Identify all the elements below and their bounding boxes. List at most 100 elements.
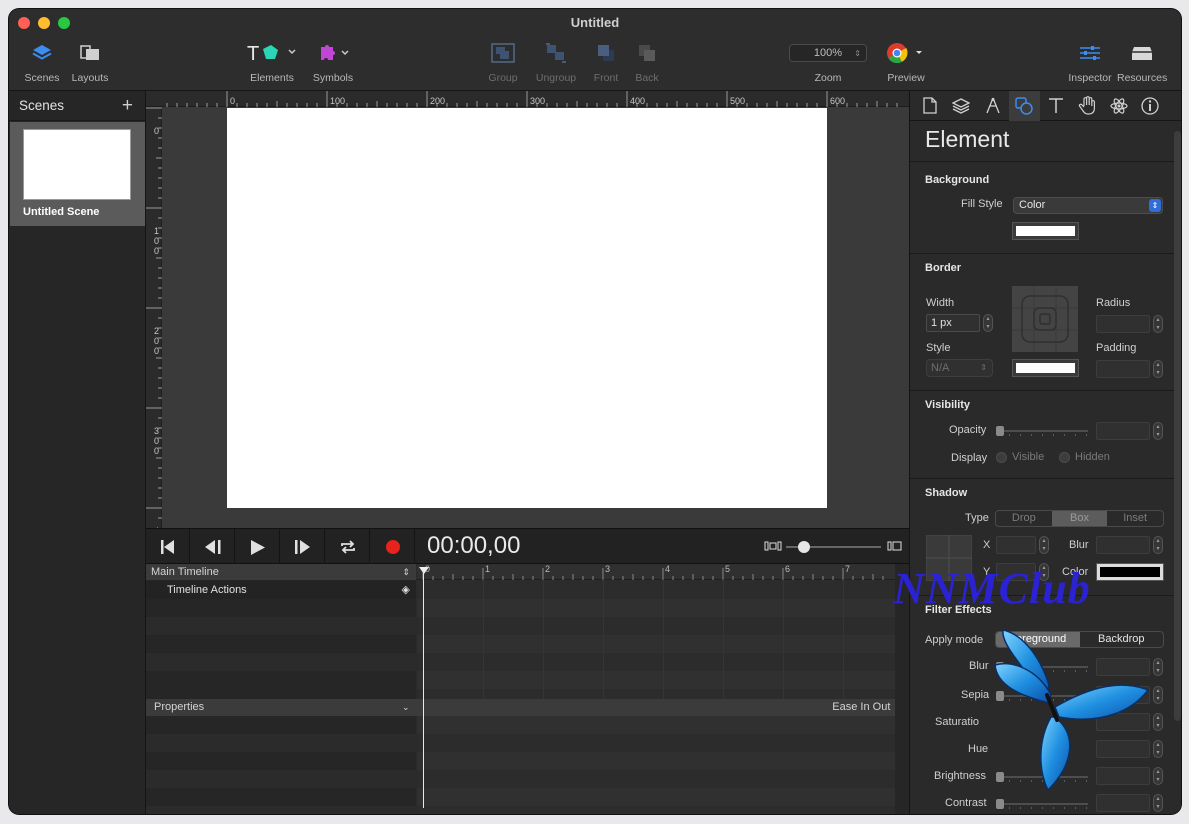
zoom-field[interactable]: 100% ⇕ bbox=[789, 44, 867, 62]
border-sides-picker[interactable] bbox=[1012, 286, 1078, 352]
inspector-tabs bbox=[910, 90, 1181, 121]
easing-selector[interactable]: Ease In Out ⇕ bbox=[832, 699, 901, 716]
border-style-select[interactable]: N/A ⇕ bbox=[926, 359, 993, 377]
window-title: Untitled bbox=[570, 15, 620, 30]
group-icon bbox=[485, 39, 521, 67]
add-keyframe-icon[interactable]: ◈ bbox=[402, 581, 410, 599]
scenes-toolbar-button[interactable]: Scenes bbox=[23, 39, 61, 84]
ungroup-button[interactable]: Ungroup bbox=[531, 39, 581, 84]
scene-name: Untitled Scene bbox=[23, 206, 100, 218]
border-width-label: Width bbox=[926, 297, 955, 309]
timeline-selector[interactable]: Main Timeline ⇕ bbox=[146, 564, 416, 580]
layers-icon bbox=[952, 97, 971, 114]
scene-stage[interactable] bbox=[227, 108, 827, 508]
chevron-down-icon[interactable]: ⌄ bbox=[402, 699, 410, 716]
resources-toolbar-button[interactable]: Resources bbox=[1117, 39, 1167, 84]
filter-brightness-stepper[interactable]: ▴ ▾ bbox=[1153, 767, 1163, 785]
scene-tab[interactable] bbox=[946, 91, 978, 121]
canvas-area: 0 100 200 300 400 500 600 0 1 0 0 2 0 0 … bbox=[146, 91, 909, 536]
shadow-type-box[interactable]: Box bbox=[1051, 511, 1108, 526]
hidden-label: Hidden bbox=[1075, 451, 1110, 463]
document-tab[interactable] bbox=[914, 91, 946, 121]
element-tab[interactable] bbox=[1008, 90, 1040, 121]
puzzle-icon bbox=[311, 39, 355, 67]
radius-field[interactable] bbox=[1096, 315, 1150, 333]
scene-item[interactable]: Untitled Scene bbox=[10, 122, 145, 226]
visibility-heading: Visibility bbox=[925, 399, 971, 411]
background-section: Background Fill Style Color ⇕ bbox=[910, 161, 1174, 246]
butterfly-watermark-icon bbox=[994, 629, 1150, 792]
play-button[interactable] bbox=[236, 529, 280, 565]
metrics-tab[interactable] bbox=[977, 91, 1009, 121]
track-row bbox=[146, 653, 416, 671]
scenes-toolbar-label: Scenes bbox=[24, 72, 60, 84]
zoom-value: 100% bbox=[813, 47, 843, 59]
timeline-actions-row[interactable]: Timeline Actions ◈ bbox=[146, 581, 416, 599]
shadow-x-stepper[interactable]: ▴ ▾ bbox=[1039, 536, 1049, 554]
playhead-handle[interactable] bbox=[419, 567, 429, 574]
shadow-x-field[interactable] bbox=[996, 536, 1036, 554]
text-tab[interactable] bbox=[1040, 91, 1072, 121]
fill-style-select[interactable]: Color ⇕ bbox=[1013, 197, 1163, 214]
inspector-scrollbar[interactable] bbox=[1174, 131, 1181, 721]
top-ruler: 0 100 200 300 400 500 600 bbox=[146, 91, 909, 107]
border-width-field[interactable]: 1 px bbox=[926, 314, 980, 332]
visible-radio[interactable] bbox=[996, 452, 1007, 463]
symbols-toolbar-button[interactable]: Symbols bbox=[311, 39, 355, 84]
border-color-well[interactable] bbox=[1012, 359, 1079, 377]
shadow-blur-field[interactable] bbox=[1096, 536, 1150, 554]
add-scene-button[interactable]: + bbox=[122, 95, 133, 117]
fill-color-well[interactable] bbox=[1012, 222, 1079, 240]
fill-style-value: Color bbox=[1019, 199, 1046, 211]
layouts-toolbar-button[interactable]: Layouts bbox=[69, 39, 111, 84]
timeline-zoom-slider[interactable] bbox=[764, 537, 904, 557]
preview-button[interactable]: Preview bbox=[885, 39, 927, 84]
filter-sepia-stepper[interactable]: ▴ ▾ bbox=[1153, 686, 1163, 704]
bring-to-front-icon bbox=[589, 39, 623, 67]
filter-saturation-stepper[interactable]: ▴ ▾ bbox=[1153, 713, 1163, 731]
bring-front-button[interactable]: Front bbox=[589, 39, 623, 84]
identity-tab[interactable] bbox=[1135, 91, 1167, 121]
track-row bbox=[146, 806, 416, 814]
shadow-type-inset[interactable]: Inset bbox=[1107, 511, 1163, 526]
filter-hue-stepper[interactable]: ▴ ▾ bbox=[1153, 740, 1163, 758]
visible-label: Visible bbox=[1012, 451, 1045, 463]
opacity-stepper[interactable]: ▴ ▾ bbox=[1153, 422, 1163, 440]
physics-tab[interactable] bbox=[1103, 91, 1135, 121]
loop-button[interactable] bbox=[326, 529, 370, 565]
shadow-color-well[interactable] bbox=[1096, 563, 1164, 581]
go-to-start-button[interactable] bbox=[146, 529, 190, 565]
filter-contrast-field[interactable] bbox=[1096, 794, 1150, 812]
filter-contrast-stepper[interactable]: ▴ ▾ bbox=[1153, 794, 1163, 812]
radius-stepper[interactable]: ▴ ▾ bbox=[1153, 315, 1163, 333]
ungroup-icon bbox=[531, 39, 581, 67]
border-width-stepper[interactable]: ▴ ▾ bbox=[983, 314, 993, 332]
hidden-radio[interactable] bbox=[1059, 452, 1070, 463]
record-button[interactable] bbox=[371, 529, 415, 565]
opacity-field[interactable] bbox=[1096, 422, 1150, 440]
shadow-type-control[interactable]: Drop Box Inset bbox=[995, 510, 1164, 527]
step-forward-button[interactable] bbox=[281, 529, 325, 565]
shadow-blur-stepper[interactable]: ▴ ▾ bbox=[1153, 536, 1163, 554]
shadow-type-drop[interactable]: Drop bbox=[996, 511, 1052, 526]
opacity-slider[interactable] bbox=[996, 426, 1090, 436]
shadow-type-label: Type bbox=[965, 512, 989, 524]
inspector-toolbar-button[interactable]: Inspector bbox=[1066, 39, 1114, 84]
group-button[interactable]: Group bbox=[485, 39, 521, 84]
elements-toolbar-button[interactable]: T Elements bbox=[245, 39, 299, 84]
filter-blur-stepper[interactable]: ▴ ▾ bbox=[1153, 658, 1163, 676]
padding-field[interactable] bbox=[1096, 360, 1150, 378]
ruler-label: 500 bbox=[730, 96, 746, 106]
hand-icon bbox=[1079, 96, 1096, 115]
chevron-updown-icon: ⇕ bbox=[1149, 199, 1161, 212]
step-back-button[interactable] bbox=[191, 529, 235, 565]
actions-tab[interactable] bbox=[1072, 91, 1104, 121]
filter-contrast-slider[interactable] bbox=[996, 799, 1090, 809]
timeline-grid[interactable]: 0 1 2 3 4 5 6 7 bbox=[417, 564, 895, 814]
send-back-button[interactable]: Back bbox=[631, 39, 663, 84]
inspector-toolbar-label: Inspector bbox=[1068, 72, 1112, 84]
loop-icon bbox=[340, 540, 355, 554]
playhead[interactable] bbox=[423, 570, 424, 808]
padding-stepper[interactable]: ▴ ▾ bbox=[1153, 360, 1163, 378]
zoom-control: 100% ⇕ Zoom bbox=[788, 39, 868, 84]
